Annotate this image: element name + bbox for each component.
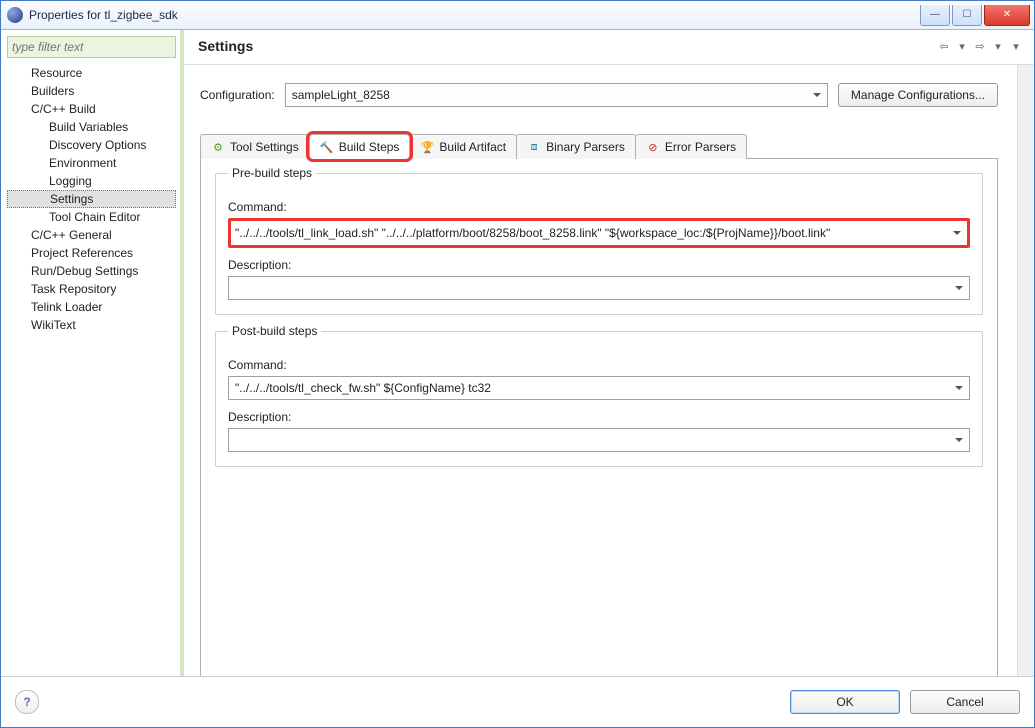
main-area: ResourceBuildersC/C++ BuildBuild Variabl…: [1, 30, 1034, 677]
tree-item-builders[interactable]: Builders: [7, 82, 176, 100]
tree-item-project-references[interactable]: Project References: [7, 244, 176, 262]
forward-menu-icon[interactable]: ▾: [990, 38, 1006, 54]
tree-item-telink-loader[interactable]: Telink Loader: [7, 298, 176, 316]
tree-item-environment[interactable]: Environment: [7, 154, 176, 172]
tab-binary-parsers[interactable]: ⧈ Binary Parsers: [516, 134, 636, 159]
tree-item-c-c-build[interactable]: C/C++ Build: [7, 100, 176, 118]
footer: ? OK Cancel: [1, 677, 1034, 727]
tab-tool-settings[interactable]: ⚙ Tool Settings: [200, 134, 310, 159]
tab-label: Error Parsers: [665, 140, 736, 154]
tab-label: Tool Settings: [230, 140, 299, 154]
help-button[interactable]: ?: [15, 690, 39, 714]
postbuild-description-label: Description:: [228, 410, 970, 424]
tabs: ⚙ Tool Settings 🔨 Build Steps 🏆 Build Artifac…: [200, 133, 998, 159]
manage-configurations-button[interactable]: Manage Configurations...: [838, 83, 998, 107]
binary-icon: ⧈: [527, 140, 541, 154]
gear-icon: ⚙: [211, 140, 225, 154]
configuration-label: Configuration:: [200, 88, 275, 102]
content-inner: Configuration: sampleLight_8258 Manage C…: [184, 65, 1034, 676]
tab-error-parsers[interactable]: ⊘ Error Parsers: [635, 134, 747, 159]
tree-item-c-c-general[interactable]: C/C++ General: [7, 226, 176, 244]
minimize-button[interactable]: —: [920, 5, 950, 26]
tab-build-steps[interactable]: 🔨 Build Steps: [309, 134, 411, 159]
window-title: Properties for tl_zigbee_sdk: [29, 8, 918, 22]
prebuild-description-label: Description:: [228, 258, 970, 272]
section-title: Settings: [198, 38, 936, 54]
configuration-value: sampleLight_8258: [292, 88, 390, 102]
forward-icon[interactable]: ⇨: [972, 38, 988, 54]
configuration-row: Configuration: sampleLight_8258 Manage C…: [200, 83, 1018, 107]
configuration-select[interactable]: sampleLight_8258: [285, 83, 828, 107]
tree-item-task-repository[interactable]: Task Repository: [7, 280, 176, 298]
window-buttons: — ☐ ✕: [918, 5, 1030, 25]
sidebar: ResourceBuildersC/C++ BuildBuild Variabl…: [1, 30, 184, 676]
postbuild-command-combo[interactable]: "../../../tools/tl_check_fw.sh" ${Config…: [228, 376, 970, 400]
menu-icon[interactable]: ▾: [1008, 38, 1024, 54]
trophy-icon: 🏆: [420, 140, 434, 154]
section-header: Settings ⇦ ▾ ⇨ ▾ ▾: [184, 30, 1034, 65]
close-button[interactable]: ✕: [984, 5, 1030, 26]
postbuild-command-value: "../../../tools/tl_check_fw.sh" ${Config…: [235, 381, 491, 395]
prebuild-command-value: "../../../tools/tl_link_load.sh" "../../…: [235, 226, 830, 240]
tree-item-wikitext[interactable]: WikiText: [7, 316, 176, 334]
filter-input[interactable]: [9, 38, 174, 56]
tree-item-run-debug-settings[interactable]: Run/Debug Settings: [7, 262, 176, 280]
filter-wrap: [7, 36, 176, 58]
back-icon[interactable]: ⇦: [936, 38, 952, 54]
cancel-button[interactable]: Cancel: [910, 690, 1020, 714]
postbuild-command-label: Command:: [228, 358, 970, 372]
prebuild-command-combo[interactable]: "../../../tools/tl_link_load.sh" "../../…: [228, 218, 970, 248]
app-icon: [7, 7, 23, 23]
prebuild-description-combo[interactable]: [228, 276, 970, 300]
dialog-body: ResourceBuildersC/C++ BuildBuild Variabl…: [1, 30, 1034, 727]
error-icon: ⊘: [646, 140, 660, 154]
tree-item-build-variables[interactable]: Build Variables: [7, 118, 176, 136]
tab-label: Build Artifact: [439, 140, 506, 154]
content: Settings ⇦ ▾ ⇨ ▾ ▾ Configuration:: [184, 30, 1034, 676]
tree-item-discovery-options[interactable]: Discovery Options: [7, 136, 176, 154]
tree-item-settings[interactable]: Settings: [7, 190, 176, 208]
hammer-icon: 🔨: [320, 140, 334, 154]
postbuild-fieldset: Post-build steps Command: "../../../tool…: [215, 331, 983, 467]
titlebar: Properties for tl_zigbee_sdk — ☐ ✕: [1, 1, 1034, 30]
back-menu-icon[interactable]: ▾: [954, 38, 970, 54]
category-tree[interactable]: ResourceBuildersC/C++ BuildBuild Variabl…: [7, 64, 176, 670]
tree-item-resource[interactable]: Resource: [7, 64, 176, 82]
tab-label: Build Steps: [339, 140, 400, 154]
ok-button[interactable]: OK: [790, 690, 900, 714]
prebuild-legend: Pre-build steps: [228, 166, 316, 180]
postbuild-description-combo[interactable]: [228, 428, 970, 452]
maximize-button[interactable]: ☐: [952, 5, 982, 26]
postbuild-legend: Post-build steps: [228, 324, 321, 338]
prebuild-command-label: Command:: [228, 200, 970, 214]
tab-label: Binary Parsers: [546, 140, 625, 154]
prebuild-fieldset: Pre-build steps Command: "../../../tools…: [215, 173, 983, 315]
properties-dialog: Properties for tl_zigbee_sdk — ☐ ✕ Resou…: [0, 0, 1035, 728]
nav-icons: ⇦ ▾ ⇨ ▾ ▾: [936, 38, 1024, 54]
tree-item-tool-chain-editor[interactable]: Tool Chain Editor: [7, 208, 176, 226]
scrollbar[interactable]: [1017, 65, 1034, 676]
tree-item-logging[interactable]: Logging: [7, 172, 176, 190]
build-steps-panel: Pre-build steps Command: "../../../tools…: [200, 159, 998, 676]
tab-build-artifact[interactable]: 🏆 Build Artifact: [409, 134, 517, 159]
